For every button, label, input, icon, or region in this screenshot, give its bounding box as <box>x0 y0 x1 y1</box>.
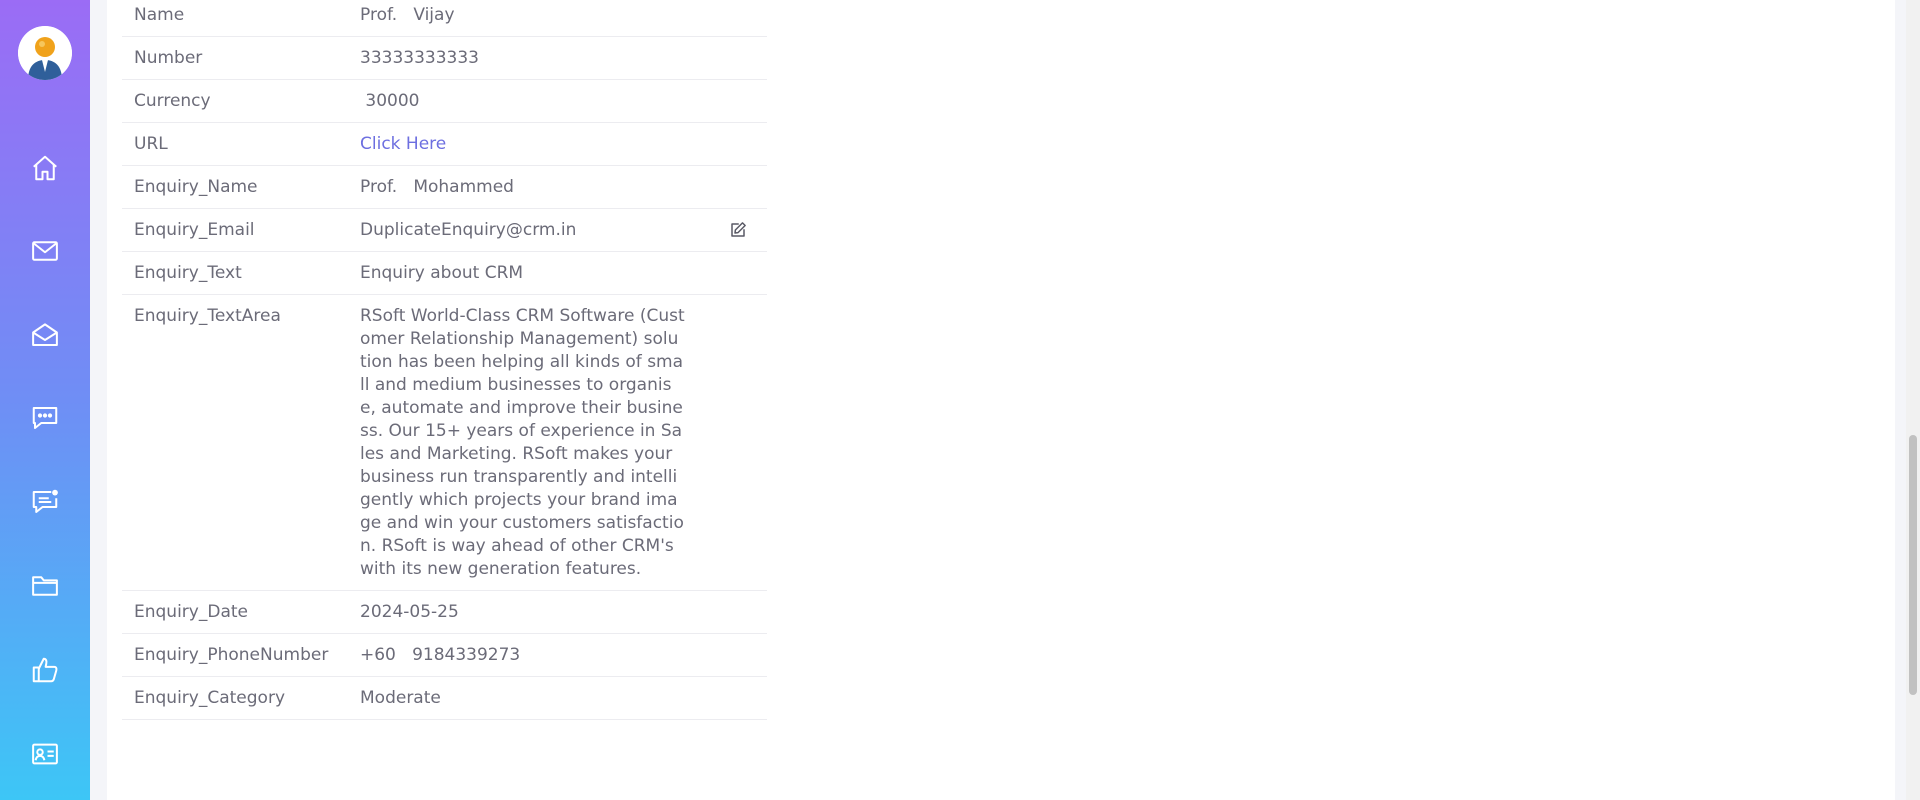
edit-icon[interactable] <box>729 221 747 239</box>
table-row: Currency 30000 <box>122 79 767 123</box>
field-value: +60 9184339273 <box>348 633 767 677</box>
field-label: Enquiry_Name <box>122 165 348 209</box>
mail-icon <box>32 241 58 261</box>
sidebar-item-notification-chat[interactable] <box>27 484 63 520</box>
field-label: Enquiry_Category <box>122 676 348 720</box>
field-value: Enquiry about CRM <box>348 251 767 295</box>
sidebar <box>0 0 90 800</box>
field-value: Prof. Mohammed <box>348 165 767 209</box>
sidebar-item-chat[interactable] <box>27 400 63 436</box>
table-row: Enquiry_TextArea RSoft World-Class CRM S… <box>122 294 767 591</box>
field-value: DuplicateEnquiry@crm.in <box>348 208 767 252</box>
folder-icon <box>32 576 58 596</box>
field-label: Name <box>122 0 348 37</box>
mail-open-icon <box>32 323 58 346</box>
scrollbar-thumb[interactable] <box>1909 435 1917 695</box>
sidebar-item-mail[interactable] <box>27 233 63 269</box>
sidebar-item-contact-card[interactable] <box>27 736 63 772</box>
sidebar-item-mail-open[interactable] <box>27 317 63 353</box>
field-value: 30000 <box>348 79 767 123</box>
user-avatar[interactable] <box>18 26 72 80</box>
details-table: Name Prof. Vijay Number 33333333333 Curr… <box>122 0 767 720</box>
chat-icon <box>32 407 58 429</box>
email-value: DuplicateEnquiry@crm.in <box>360 220 577 240</box>
vertical-scrollbar[interactable] <box>1906 0 1920 800</box>
field-label: Enquiry_Email <box>122 208 348 252</box>
sidebar-item-thumbs-up[interactable] <box>27 652 63 688</box>
sidebar-item-home[interactable] <box>27 150 63 186</box>
field-value: Prof. Vijay <box>348 0 767 37</box>
table-row: Name Prof. Vijay <box>122 0 767 37</box>
table-row: Number 33333333333 <box>122 36 767 80</box>
field-label: Enquiry_TextArea <box>122 294 348 591</box>
sidebar-item-folder[interactable] <box>27 568 63 604</box>
table-row: Enquiry_Text Enquiry about CRM <box>122 251 767 295</box>
field-value: Moderate <box>348 676 767 720</box>
table-row: Enquiry_Name Prof. Mohammed <box>122 165 767 209</box>
table-row: Enquiry_PhoneNumber +60 9184339273 <box>122 633 767 677</box>
field-label: Enquiry_PhoneNumber <box>122 633 348 677</box>
field-label: Number <box>122 36 348 80</box>
field-value: RSoft World-Class CRM Software (Customer… <box>348 294 767 591</box>
table-row: Enquiry_Category Moderate <box>122 676 767 720</box>
table-row: URL Click Here <box>122 122 767 166</box>
field-label: Enquiry_Text <box>122 251 348 295</box>
field-label: Currency <box>122 79 348 123</box>
url-link[interactable]: Click Here <box>360 134 446 154</box>
field-value: 33333333333 <box>348 36 767 80</box>
textarea-value: RSoft World-Class CRM Software (Customer… <box>360 306 685 579</box>
chat-notification-icon <box>32 489 58 513</box>
field-value: Click Here <box>348 122 767 166</box>
field-label: Enquiry_Date <box>122 590 348 634</box>
table-row: Enquiry_Email DuplicateEnquiry@crm.in <box>122 208 767 252</box>
field-label: URL <box>122 122 348 166</box>
avatar-icon <box>18 26 72 80</box>
field-value: 2024-05-25 <box>348 590 767 634</box>
home-icon <box>33 155 57 181</box>
thumbs-up-icon <box>32 657 58 683</box>
table-row: Enquiry_Date 2024-05-25 <box>122 590 767 634</box>
contact-card-icon <box>32 743 58 765</box>
